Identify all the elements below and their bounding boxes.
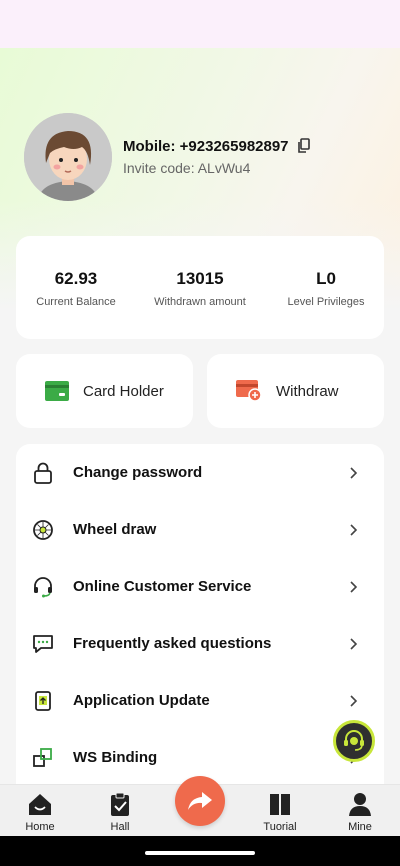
mobile-row: Mobile: +923265982897 [123, 136, 311, 156]
menu-label: Wheel draw [73, 521, 157, 538]
chevron-right-icon [350, 466, 358, 479]
copy-icon[interactable] [297, 138, 311, 154]
stat-value: 62.93 [54, 269, 98, 288]
card-icon [45, 381, 69, 401]
menu-label: Frequently asked questions [73, 635, 272, 652]
stat-label: Withdrawn amount [154, 296, 246, 308]
clipboard-icon [111, 792, 129, 816]
menu-label: Change password [73, 464, 203, 481]
withdraw-label: Withdraw [276, 382, 339, 400]
card-holder-label: Card Holder [83, 382, 164, 400]
lock-icon [34, 462, 52, 484]
support-agent-icon [344, 730, 364, 751]
nav-label: Mine [348, 821, 372, 833]
nav-label: Tuorial [263, 821, 297, 833]
chevron-right-icon [350, 523, 358, 536]
stats-card: 62.93 Current Balance 13015 Withdrawn am… [16, 236, 384, 339]
chevron-right-icon [350, 694, 358, 707]
invite-code: Invite code: ALvWu4 [123, 160, 251, 176]
status-bar [0, 0, 400, 48]
nav-label: Home [25, 821, 55, 833]
menu-item-online-customer-service[interactable]: Online Customer Service [16, 558, 384, 615]
menu-label: WS Binding [73, 749, 158, 766]
home-indicator[interactable] [145, 851, 255, 855]
chevron-right-icon [350, 637, 358, 650]
menu-label: Application Update [73, 692, 210, 709]
stat-level-privileges[interactable]: L0 Level Privileges [266, 269, 386, 308]
avatar-illustration [24, 113, 112, 201]
nav-item-mine[interactable]: Mine [330, 791, 390, 833]
share-button[interactable] [175, 776, 225, 826]
stat-value: L0 [316, 269, 336, 288]
stat-label: Current Balance [36, 296, 116, 308]
nav-item-tutorial[interactable]: Tuorial [250, 791, 310, 833]
book-icon [270, 794, 290, 815]
stat-value: 13015 [176, 269, 224, 288]
menu-item-wheel-draw[interactable]: Wheel draw [16, 501, 384, 558]
menu-item-application-update[interactable]: Application Update [16, 672, 384, 729]
nav-item-home[interactable]: Home [10, 791, 70, 833]
update-icon [35, 690, 51, 711]
nav-label: Hall [110, 821, 130, 833]
floating-support-button[interactable] [333, 720, 375, 762]
menu-item-faq[interactable]: Frequently asked questions [16, 615, 384, 672]
chat-icon [33, 634, 53, 653]
menu-item-change-password[interactable]: Change password [16, 444, 384, 501]
chevron-right-icon [350, 580, 358, 593]
withdraw-button[interactable]: Withdraw [207, 354, 384, 428]
mobile-number: Mobile: +923265982897 [123, 137, 289, 155]
nav-item-hall[interactable]: Hall [90, 791, 150, 833]
home-icon [29, 794, 51, 815]
stat-current-balance: 62.93 Current Balance [16, 269, 136, 308]
settings-menu: Change password Wheel draw Online Custom… [16, 444, 384, 804]
stat-withdrawn-amount: 13015 Withdrawn amount [140, 269, 260, 308]
link-icon [33, 747, 52, 767]
share-arrow-icon [188, 792, 212, 810]
withdraw-icon [236, 380, 262, 402]
menu-label: Online Customer Service [73, 578, 252, 595]
avatar[interactable] [24, 113, 112, 201]
stat-label: Level Privileges [287, 296, 365, 308]
wheel-icon [33, 519, 53, 540]
headset-icon [34, 576, 52, 597]
card-holder-button[interactable]: Card Holder [16, 354, 193, 428]
user-icon [349, 793, 371, 816]
